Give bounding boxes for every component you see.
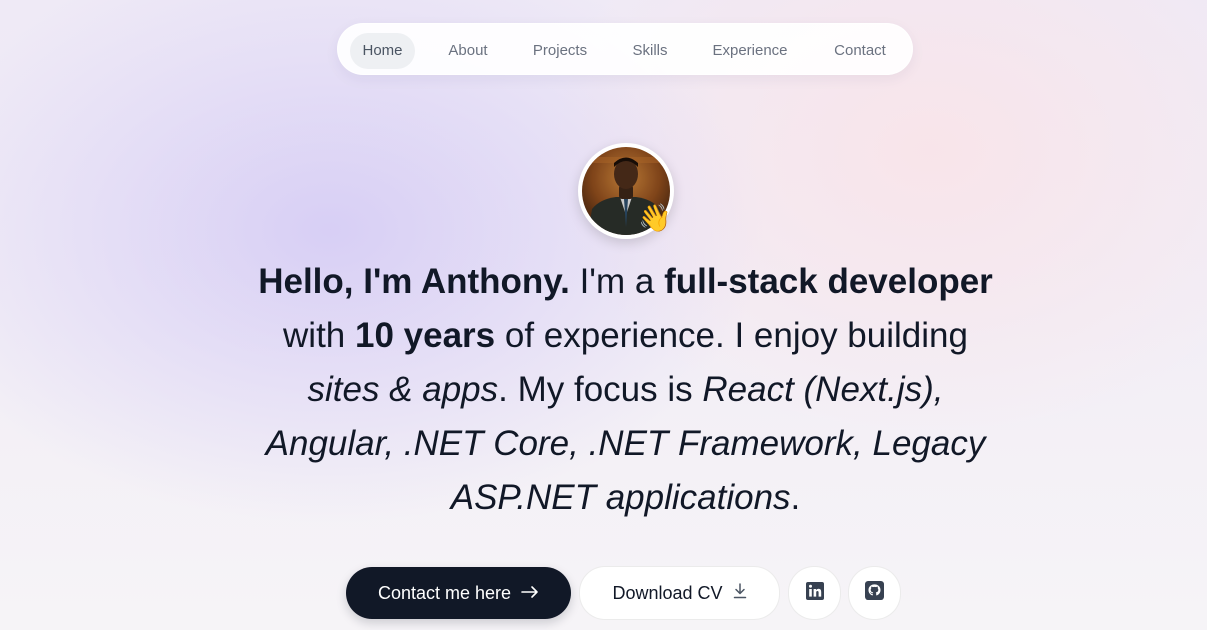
intro-text: of experience. I enjoy building <box>495 316 968 355</box>
download-icon <box>733 582 747 604</box>
download-cv-button[interactable]: Download CV <box>579 566 780 620</box>
arrow-right-icon <box>521 583 539 604</box>
nav-item-projects[interactable]: Projects <box>520 33 600 69</box>
waving-hand-icon: 👋 <box>638 203 672 233</box>
intro-paragraph: Hello, I'm Anthony. I'm a full-stack dev… <box>253 255 998 525</box>
nav-item-contact[interactable]: Contact <box>820 33 900 69</box>
nav-item-home[interactable]: Home <box>350 33 415 69</box>
nav-item-about[interactable]: About <box>434 33 502 69</box>
download-icon-graphic <box>733 582 746 598</box>
intro-text: I'm a <box>569 262 665 301</box>
intro-greeting: Hello, I'm Anthony. <box>258 262 570 301</box>
github-icon <box>865 581 884 605</box>
linkedin-icon <box>805 581 824 605</box>
download-cv-label: Download CV <box>612 582 723 603</box>
contact-button-label: Contact me here <box>377 582 512 603</box>
contact-button[interactable]: Contact me here <box>346 567 571 619</box>
top-nav: Home About Projects Skills Experience Co… <box>337 23 913 75</box>
avatar: 👋 <box>578 143 674 239</box>
intro-years: 10 years <box>355 316 496 355</box>
nav-item-experience[interactable]: Experience <box>700 33 800 69</box>
arrow-right-icon-graphic <box>521 585 538 598</box>
intro-text: . <box>790 478 801 517</box>
intro-role: full-stack developer <box>664 262 993 301</box>
github-icon-graphic <box>865 581 884 600</box>
intro-text: with <box>283 316 355 355</box>
linkedin-button[interactable] <box>788 566 841 620</box>
github-button[interactable] <box>848 566 901 620</box>
linkedin-icon-graphic <box>805 581 824 600</box>
intro-text: . My focus is <box>498 370 703 409</box>
intro-build: sites & apps <box>307 370 499 409</box>
nav-item-skills[interactable]: Skills <box>619 33 681 69</box>
